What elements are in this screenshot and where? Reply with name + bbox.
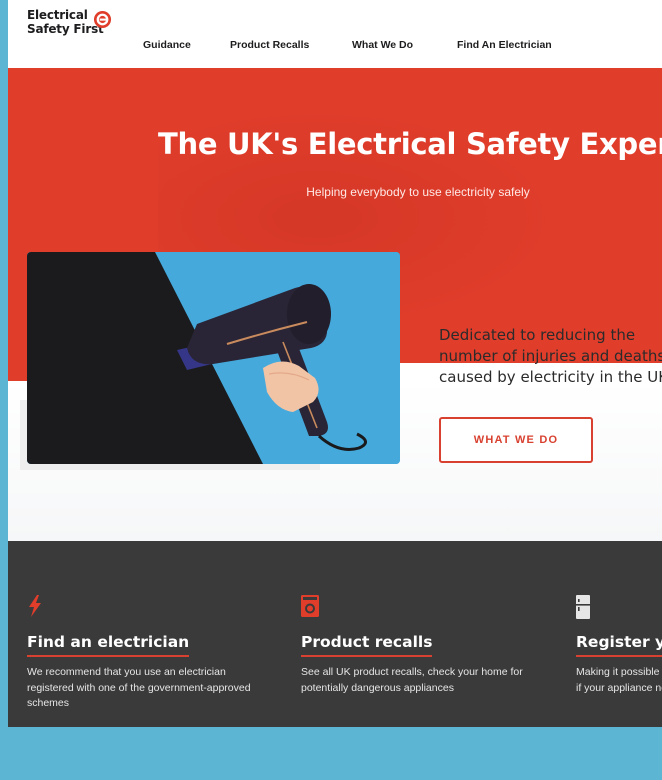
logo-plug-icon	[93, 10, 112, 29]
nav-product-recalls[interactable]: Product Recalls	[230, 39, 309, 51]
what-we-do-button[interactable]: WHAT WE DO	[439, 417, 593, 463]
nav-guidance[interactable]: Guidance	[143, 39, 191, 51]
feature-title[interactable]: Register your appliances	[576, 633, 662, 657]
site-header: Electrical Safety First Guidance Product…	[8, 0, 662, 68]
web-page: Electrical Safety First Guidance Product…	[8, 0, 662, 727]
washing-machine-icon	[301, 595, 319, 617]
intro-text: Dedicated to reducing the number of inju…	[439, 326, 662, 386]
lightning-icon	[29, 595, 41, 617]
feature-description: See all UK product recalls, check your h…	[301, 666, 523, 694]
site-logo[interactable]: Electrical Safety First	[27, 8, 112, 36]
hero-title: The UK's Electrical Safety Experts	[158, 127, 662, 161]
nav-find-an-electrician[interactable]: Find An Electrician	[457, 39, 552, 51]
feature-description: Making it possible for manufacturers to …	[576, 666, 662, 694]
nav-what-we-do[interactable]: What We Do	[352, 39, 413, 51]
features-section: Find an electrician We recommend that yo…	[8, 541, 662, 727]
fridge-icon	[576, 595, 590, 619]
hair-dryer-illustration	[27, 252, 400, 464]
hair-dryer-photo	[27, 252, 400, 464]
feature-title[interactable]: Product recalls	[301, 633, 433, 657]
feature-description: We recommend that you use an electrician…	[27, 666, 251, 709]
hero-subtitle: Helping everybody to use electricity saf…	[306, 185, 530, 199]
feature-title[interactable]: Find an electrician	[27, 633, 190, 657]
